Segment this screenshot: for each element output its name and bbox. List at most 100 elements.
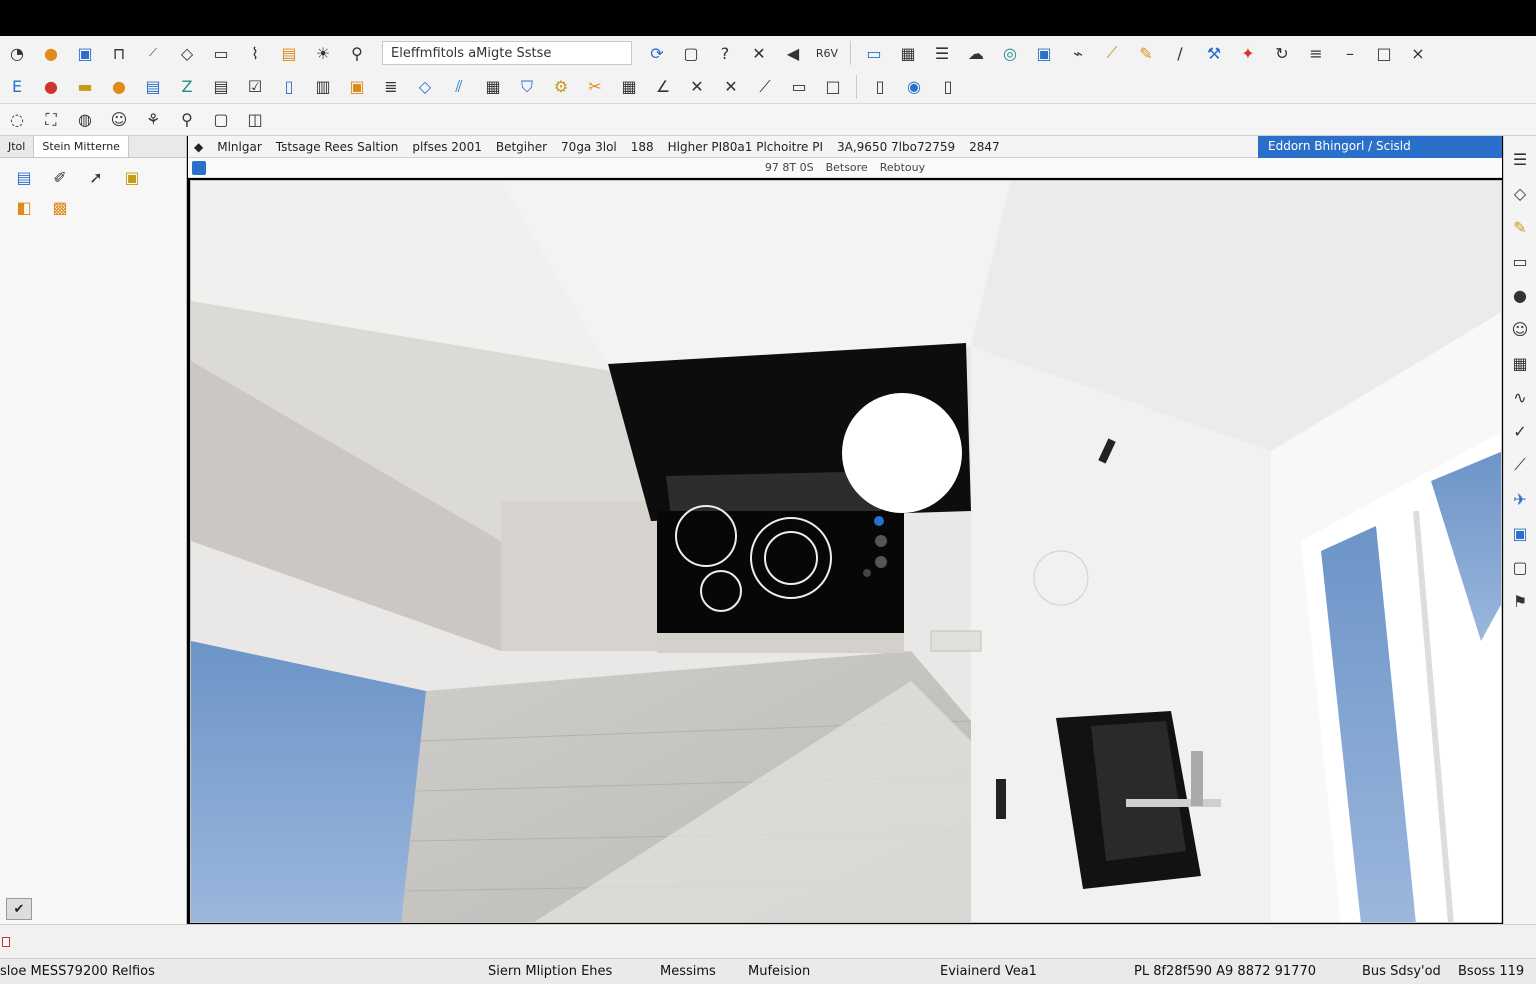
brush-icon[interactable]: ✐ bbox=[45, 162, 75, 192]
stack-icon[interactable]: ≣ bbox=[377, 73, 405, 101]
angle-icon[interactable]: ∠ bbox=[649, 73, 677, 101]
orbit-icon[interactable]: ◌ bbox=[3, 106, 31, 134]
image-icon[interactable]: ▣ bbox=[1030, 39, 1058, 67]
info-item-7[interactable]: 3A,9650 7lbo72759 bbox=[837, 140, 955, 154]
material-icon[interactable]: ▬ bbox=[71, 73, 99, 101]
photo-icon[interactable]: ▢ bbox=[1507, 552, 1533, 582]
note-icon[interactable]: ▤ bbox=[207, 73, 235, 101]
info-item-8[interactable]: 2847 bbox=[969, 140, 1000, 154]
sub-item-1[interactable]: Betsore bbox=[826, 161, 868, 174]
arc-tool-icon[interactable]: ◔ bbox=[3, 39, 31, 67]
zigzag-icon[interactable]: Z bbox=[173, 73, 201, 101]
panel-right-icon[interactable]: ▭ bbox=[1507, 246, 1533, 276]
check-icon[interactable]: ✓ bbox=[1507, 416, 1533, 446]
status-item-4[interactable]: Eviainerd Vea1 bbox=[940, 964, 1037, 979]
close-icon[interactable]: × bbox=[1404, 39, 1432, 67]
stripes-icon[interactable]: ⫽ bbox=[445, 73, 473, 101]
tab-tools[interactable]: Jtol bbox=[0, 136, 35, 157]
paint-icon[interactable]: ▤ bbox=[275, 39, 303, 67]
square-icon[interactable]: □ bbox=[819, 73, 847, 101]
status-item-2[interactable]: Messims bbox=[660, 964, 716, 979]
cloud-icon[interactable]: ☁ bbox=[962, 39, 990, 67]
magic-icon[interactable]: ✦ bbox=[1234, 39, 1262, 67]
sketch-icon[interactable]: ⟋ bbox=[1507, 450, 1533, 480]
pen-icon[interactable]: ✎ bbox=[1507, 212, 1533, 242]
window-icon[interactable]: ▣ bbox=[71, 39, 99, 67]
window-right-icon[interactable]: ▣ bbox=[1507, 518, 1533, 548]
fit-icon[interactable]: ▢ bbox=[207, 106, 235, 134]
chart-small-icon[interactable]: ▥ bbox=[309, 73, 337, 101]
sub-item-0[interactable]: 97 8T 0S bbox=[765, 161, 814, 174]
sun-icon[interactable]: ● bbox=[105, 73, 133, 101]
monitor-icon[interactable]: ▭ bbox=[860, 39, 888, 67]
grid-right-icon[interactable]: ▦ bbox=[1507, 348, 1533, 378]
search-input[interactable]: Eleffmfitols aMigte Sstse bbox=[382, 41, 632, 65]
command-line[interactable] bbox=[0, 924, 1536, 958]
view-badge-icon[interactable] bbox=[192, 161, 206, 175]
folder-icon[interactable]: ▣ bbox=[117, 162, 147, 192]
info-item-3[interactable]: Betgiher bbox=[496, 140, 547, 154]
tag-icon[interactable]: ◇ bbox=[411, 73, 439, 101]
slope-icon[interactable]: ⟋ bbox=[751, 73, 779, 101]
target-icon[interactable]: ◉ bbox=[900, 73, 928, 101]
minimize-icon[interactable]: – bbox=[1336, 39, 1364, 67]
record-icon[interactable]: ● bbox=[37, 73, 65, 101]
info-item-6[interactable]: Hlgher PI80a1 Plchoitre PI bbox=[668, 140, 823, 154]
walk-icon[interactable]: ⛶ bbox=[37, 106, 65, 134]
flag-icon[interactable]: ⚑ bbox=[1507, 586, 1533, 616]
chart-icon[interactable]: ⌁ bbox=[1064, 39, 1092, 67]
3d-viewport[interactable] bbox=[190, 180, 1502, 923]
info-item-1[interactable]: Tstsage Rees Saltion bbox=[276, 140, 399, 154]
shield-icon[interactable]: ⛉ bbox=[513, 73, 541, 101]
frame-icon[interactable]: ▢ bbox=[677, 39, 705, 67]
texture-icon[interactable]: ◧ bbox=[9, 192, 39, 222]
panel-toggle-icon[interactable]: ✔ bbox=[6, 898, 32, 920]
globe-icon[interactable]: ◎ bbox=[996, 39, 1024, 67]
back-icon[interactable]: ◀ bbox=[779, 39, 807, 67]
wall-icon[interactable]: ▭ bbox=[207, 39, 235, 67]
ruler-icon[interactable]: ⟋ bbox=[1098, 39, 1126, 67]
eraser-icon[interactable]: ◇ bbox=[173, 39, 201, 67]
bird-icon[interactable]: ✈ bbox=[1507, 484, 1533, 514]
measure-icon[interactable]: ⌇ bbox=[241, 39, 269, 67]
blank-icon[interactable]: ▯ bbox=[866, 73, 894, 101]
checklist-icon[interactable]: ☑ bbox=[241, 73, 269, 101]
library-icon[interactable]: ▤ bbox=[9, 162, 39, 192]
tools-icon[interactable]: ⚙ bbox=[547, 73, 575, 101]
edit-icon[interactable]: E bbox=[3, 73, 31, 101]
document-icon[interactable]: ▯ bbox=[275, 73, 303, 101]
person-icon[interactable]: ☺ bbox=[105, 106, 133, 134]
diamond-icon[interactable]: ◇ bbox=[1507, 178, 1533, 208]
table-icon[interactable]: ▦ bbox=[615, 73, 643, 101]
status-item-1[interactable]: Siern Mliption Ehes bbox=[488, 964, 612, 979]
zoom-icon[interactable]: ⚲ bbox=[173, 106, 201, 134]
info-item-5[interactable]: 188 bbox=[631, 140, 654, 154]
palette-icon[interactable]: ▩ bbox=[45, 192, 75, 222]
x2-icon[interactable]: ✕ bbox=[717, 73, 745, 101]
section-icon[interactable]: ◫ bbox=[241, 106, 269, 134]
box-icon[interactable]: ▣ bbox=[343, 73, 371, 101]
align-icon[interactable]: ≡ bbox=[1302, 39, 1330, 67]
sub-item-2[interactable]: Rebtouy bbox=[880, 161, 925, 174]
blank2-icon[interactable]: ▯ bbox=[934, 73, 962, 101]
scissors-icon[interactable]: ✂ bbox=[581, 73, 609, 101]
pencil-icon[interactable]: ✎ bbox=[1132, 39, 1160, 67]
tree-icon[interactable]: ⚘ bbox=[139, 106, 167, 134]
layers-icon[interactable]: ▤ bbox=[139, 73, 167, 101]
light-icon[interactable]: ☀ bbox=[309, 39, 337, 67]
list-icon[interactable]: ☰ bbox=[928, 39, 956, 67]
blob-icon[interactable]: ● bbox=[1507, 280, 1533, 310]
cross-icon[interactable]: ✕ bbox=[745, 39, 773, 67]
wave-icon[interactable]: ∿ bbox=[1507, 382, 1533, 412]
revision-button[interactable]: R6V bbox=[813, 39, 841, 67]
help-icon[interactable]: ? bbox=[711, 39, 739, 67]
info-item-4[interactable]: 70ga 3lol bbox=[561, 140, 617, 154]
door-icon[interactable]: ⊓ bbox=[105, 39, 133, 67]
pin-icon[interactable]: ⚲ bbox=[343, 39, 371, 67]
info-item-0[interactable]: Mlnlgar bbox=[217, 140, 262, 154]
figure-icon[interactable]: ☺ bbox=[1507, 314, 1533, 344]
calculator-icon[interactable]: ▦ bbox=[479, 73, 507, 101]
hammer-icon[interactable]: ⚒ bbox=[1200, 39, 1228, 67]
arrow-icon[interactable]: ➚ bbox=[81, 162, 111, 192]
tab-materials[interactable]: Stein Mitterne bbox=[34, 136, 129, 157]
